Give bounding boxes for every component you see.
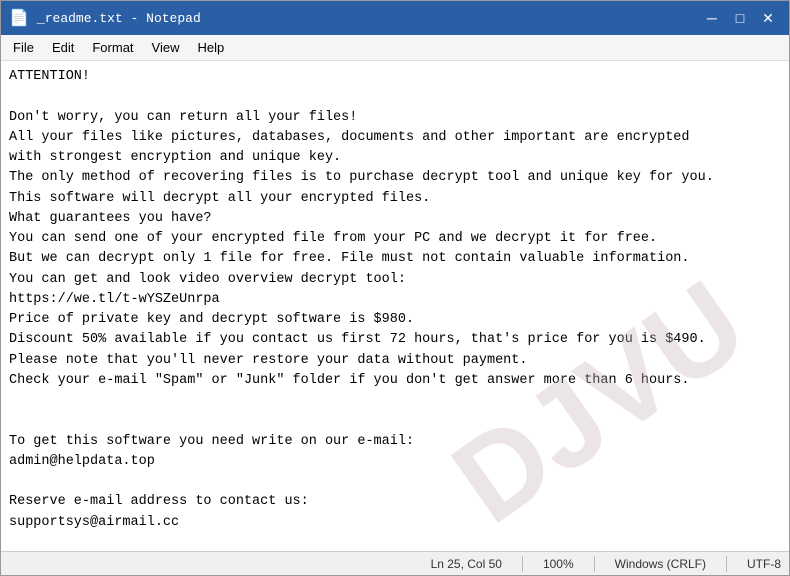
menu-view[interactable]: View bbox=[144, 38, 188, 57]
app-icon: 📄 bbox=[9, 8, 29, 28]
menu-bar: File Edit Format View Help bbox=[1, 35, 789, 61]
menu-help[interactable]: Help bbox=[189, 38, 232, 57]
status-bar: Ln 25, Col 50 100% Windows (CRLF) UTF-8 bbox=[1, 551, 789, 575]
line-col-label: Ln 25, Col 50 bbox=[431, 557, 502, 571]
title-bar-left: 📄 _readme.txt - Notepad bbox=[9, 8, 201, 28]
zoom-label: 100% bbox=[543, 557, 574, 571]
maximize-button[interactable]: □ bbox=[727, 7, 753, 29]
close-button[interactable]: ✕ bbox=[755, 7, 781, 29]
content-wrapper: DJVU bbox=[1, 61, 789, 551]
menu-file[interactable]: File bbox=[5, 38, 42, 57]
status-divider-2 bbox=[594, 556, 595, 572]
minimize-button[interactable]: ─ bbox=[699, 7, 725, 29]
status-encoding: UTF-8 bbox=[747, 557, 781, 571]
text-editor[interactable] bbox=[1, 61, 789, 551]
menu-format[interactable]: Format bbox=[84, 38, 141, 57]
status-divider-3 bbox=[726, 556, 727, 572]
encoding-label: UTF-8 bbox=[747, 557, 781, 571]
status-line-col: Ln 25, Col 50 bbox=[431, 557, 502, 571]
status-zoom: 100% bbox=[543, 557, 574, 571]
window-title: _readme.txt - Notepad bbox=[37, 11, 201, 26]
menu-edit[interactable]: Edit bbox=[44, 38, 82, 57]
status-divider-1 bbox=[522, 556, 523, 572]
title-bar: 📄 _readme.txt - Notepad ─ □ ✕ bbox=[1, 1, 789, 35]
status-line-ending: Windows (CRLF) bbox=[615, 557, 706, 571]
notepad-window: 📄 _readme.txt - Notepad ─ □ ✕ File Edit … bbox=[0, 0, 790, 576]
title-bar-controls: ─ □ ✕ bbox=[699, 7, 781, 29]
line-ending-label: Windows (CRLF) bbox=[615, 557, 706, 571]
